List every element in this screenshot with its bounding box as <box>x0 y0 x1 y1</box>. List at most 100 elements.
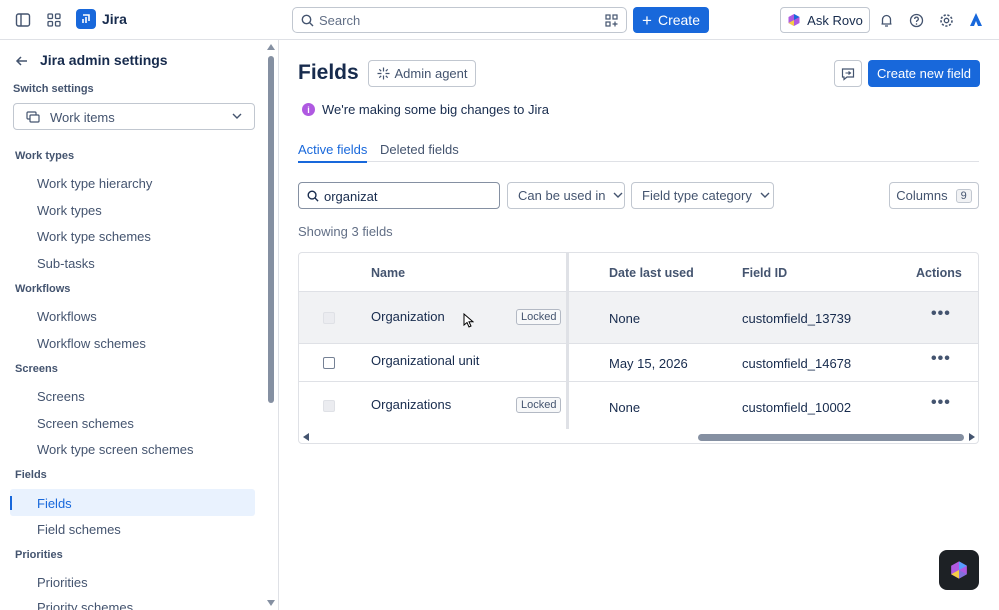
sidebar-section-screens: Screens <box>15 363 58 375</box>
search-input[interactable]: Search <box>292 7 627 33</box>
can-be-used-in-dropdown[interactable]: Can be used in <box>507 182 625 209</box>
switch-settings-value: Work items <box>50 110 115 125</box>
columns-label: Columns <box>896 188 948 203</box>
admin-agent-button[interactable]: Admin agent <box>368 60 476 87</box>
columns-button[interactable]: Columns 9 <box>889 182 979 209</box>
info-banner: i We're making some big changes to Jira <box>302 102 549 117</box>
column-header-actions: Actions <box>916 266 962 280</box>
filter-grid-icon[interactable] <box>605 14 618 27</box>
row-checkbox <box>323 312 335 324</box>
field-name[interactable]: Organizations <box>371 397 451 412</box>
field-search-input[interactable]: organizat <box>298 182 500 209</box>
sidebar-item-sub-tasks[interactable]: Sub-tasks <box>37 256 95 271</box>
field-tabs: Active fields Deleted fields <box>298 140 979 163</box>
column-header-date-last-used[interactable]: Date last used <box>609 266 694 280</box>
chevron-down-icon <box>232 113 242 119</box>
create-new-field-button[interactable]: Create new field <box>868 60 980 87</box>
field-name[interactable]: Organizational unit <box>371 353 479 368</box>
field-type-category-dropdown[interactable]: Field type category <box>631 182 774 209</box>
sidebar-section-fields: Fields <box>15 469 47 481</box>
jira-logo-icon[interactable] <box>76 9 96 29</box>
column-header-name[interactable]: Name <box>371 266 405 280</box>
search-icon <box>301 14 314 27</box>
sidebar-section-work-types: Work types <box>15 150 75 162</box>
chevron-down-icon <box>760 192 770 198</box>
scroll-down-icon[interactable] <box>267 600 275 606</box>
tab-active-fields[interactable]: Active fields <box>298 142 368 163</box>
field-name[interactable]: Organization <box>371 309 445 324</box>
sidebar-toggle-icon[interactable] <box>11 8 35 32</box>
sparkle-icon <box>377 67 389 80</box>
rovo-icon <box>788 14 800 26</box>
table-row[interactable]: Organization Locked None customfield_137… <box>299 291 978 343</box>
switch-settings-label: Switch settings <box>13 83 94 95</box>
table-row[interactable]: Organizations Locked None customfield_10… <box>299 381 978 430</box>
sidebar-active-indicator <box>10 496 12 510</box>
ask-rovo-button[interactable]: Ask Rovo <box>780 7 870 33</box>
scroll-up-icon[interactable] <box>267 44 275 50</box>
switch-settings-select[interactable]: Work items <box>13 103 255 130</box>
sidebar-item-field-schemes[interactable]: Field schemes <box>37 522 121 537</box>
mouse-cursor-icon <box>463 313 474 328</box>
sidebar-item-priority-schemes[interactable]: Priority schemes <box>37 600 133 610</box>
table-scrollbar-thumb[interactable] <box>698 434 964 441</box>
more-actions-icon[interactable]: ••• <box>931 305 951 323</box>
row-checkbox[interactable] <box>323 357 335 369</box>
sidebar-item-work-type-screen-schemes[interactable]: Work type screen schemes <box>37 442 194 457</box>
admin-agent-label: Admin agent <box>394 66 468 81</box>
chevron-down-icon <box>613 192 623 198</box>
sidebar-item-priorities[interactable]: Priorities <box>37 575 88 590</box>
more-actions-icon[interactable]: ••• <box>931 350 951 368</box>
tab-deleted-fields[interactable]: Deleted fields <box>380 142 459 157</box>
results-count: Showing 3 fields <box>298 224 393 239</box>
row-checkbox <box>323 400 335 412</box>
sidebar-item-screens[interactable]: Screens <box>37 389 85 404</box>
sidebar-section-workflows: Workflows <box>15 283 71 295</box>
info-icon: i <box>302 103 315 116</box>
create-button[interactable]: + Create <box>633 7 709 33</box>
sidebar-item-fields[interactable]: Fields <box>37 496 72 511</box>
rovo-chat-button[interactable] <box>939 550 979 590</box>
columns-count-badge: 9 <box>955 188 972 203</box>
column-header-field-id[interactable]: Field ID <box>742 266 787 280</box>
feedback-button[interactable] <box>834 60 862 87</box>
sidebar-scrollbar-thumb[interactable] <box>268 56 274 403</box>
date-last-used: None <box>609 311 641 326</box>
scroll-left-icon[interactable] <box>303 433 309 441</box>
app-switcher-icon[interactable] <box>42 8 66 32</box>
scroll-right-icon[interactable] <box>969 433 975 441</box>
sidebar-item-work-type-schemes[interactable]: Work type schemes <box>37 229 151 244</box>
field-id: customfield_14678 <box>742 356 852 371</box>
can-be-used-in-label: Can be used in <box>518 188 606 203</box>
table-row[interactable]: Organizational unit May 15, 2026 customf… <box>299 343 978 381</box>
work-items-icon <box>26 111 40 123</box>
field-type-category-label: Field type category <box>642 188 752 203</box>
sidebar-section-priorities: Priorities <box>15 549 63 561</box>
help-icon[interactable] <box>904 8 928 32</box>
notifications-icon[interactable] <box>874 8 898 32</box>
app-name[interactable]: Jira <box>102 11 127 27</box>
fields-table: Name Date last used Field ID Actions Org… <box>298 252 979 444</box>
rovo-label: Ask Rovo <box>807 12 863 28</box>
atlassian-logo-icon[interactable] <box>964 8 988 32</box>
date-last-used: None <box>609 400 641 415</box>
sidebar-item-work-type-hierarchy[interactable]: Work type hierarchy <box>37 176 152 191</box>
table-horizontal-scrollbar[interactable] <box>299 430 978 443</box>
search-placeholder: Search <box>319 13 361 28</box>
search-icon <box>307 190 319 202</box>
back-arrow-icon[interactable] <box>14 53 30 69</box>
page-title: Fields <box>298 61 359 84</box>
locked-badge: Locked <box>516 397 562 413</box>
admin-sidebar: Jira admin settings Switch settings Work… <box>0 40 279 610</box>
sidebar-title: Jira admin settings <box>40 52 168 68</box>
sidebar-item-work-types[interactable]: Work types <box>37 203 102 218</box>
sidebar-item-screen-schemes[interactable]: Screen schemes <box>37 416 134 431</box>
field-id: customfield_13739 <box>742 311 852 326</box>
plus-icon: + <box>642 10 652 30</box>
info-text: We're making some big changes to Jira <box>322 102 549 117</box>
settings-gear-icon[interactable] <box>934 8 958 32</box>
field-id: customfield_10002 <box>742 400 852 415</box>
more-actions-icon[interactable]: ••• <box>931 394 951 412</box>
sidebar-item-workflows[interactable]: Workflows <box>37 309 97 324</box>
sidebar-item-workflow-schemes[interactable]: Workflow schemes <box>37 336 146 351</box>
